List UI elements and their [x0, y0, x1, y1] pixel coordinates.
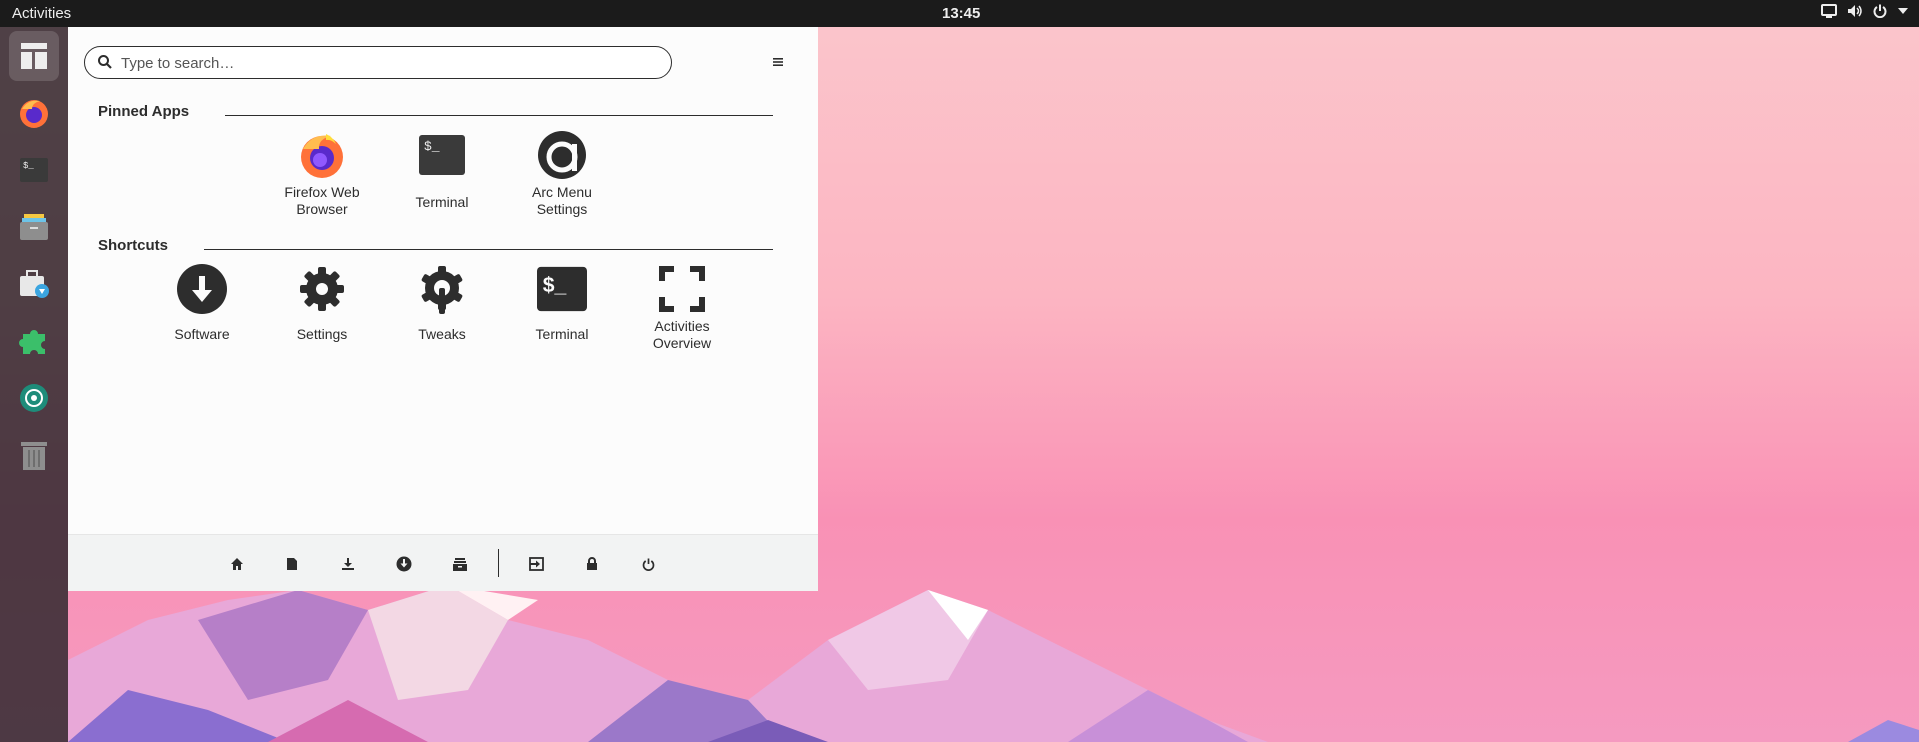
shortcut-software-label: Software	[174, 326, 230, 342]
dock-camera[interactable]	[9, 373, 59, 423]
shortcut-activities-overview[interactable]: Activities Overview	[624, 264, 740, 364]
pinned-arc-menu-settings[interactable]: Arc Menu Settings	[504, 130, 620, 230]
pinned-divider	[225, 115, 773, 116]
download-circle-icon	[177, 264, 227, 314]
top-bar: Activities 13:45	[0, 0, 1919, 27]
documents-button[interactable]	[283, 555, 301, 573]
shortcut-tweaks-label: Tweaks	[418, 326, 466, 342]
wallpaper-mountains	[68, 585, 1919, 742]
terminal-icon: $_	[419, 135, 465, 175]
shortcut-terminal-label: Terminal	[535, 326, 589, 342]
camera-icon	[20, 384, 48, 412]
trash-icon	[21, 442, 47, 470]
fullscreen-icon	[659, 266, 705, 312]
software-icon	[20, 270, 49, 298]
clock[interactable]: 13:45	[942, 5, 980, 22]
files-icon	[20, 214, 48, 240]
dock: $_	[0, 27, 68, 742]
lock-button[interactable]	[583, 555, 601, 573]
extensions-icon	[19, 330, 45, 354]
shortcut-settings[interactable]: Settings	[264, 264, 380, 364]
firefox-icon	[20, 100, 48, 128]
terminal-icon: $_	[537, 266, 587, 312]
tweaks-icon	[421, 266, 463, 314]
pinned-terminal[interactable]: $_ Terminal	[384, 130, 500, 230]
downloads-button[interactable]	[339, 555, 357, 573]
dock-trash[interactable]	[9, 430, 59, 480]
shortcut-software[interactable]: Software	[144, 264, 260, 364]
shortcuts-title: Shortcuts	[98, 237, 169, 254]
download-icon	[342, 558, 354, 570]
dropdown-arrow-icon[interactable]	[1897, 7, 1909, 15]
files-icon	[453, 558, 467, 571]
shortcut-activities-label-1: Activities	[654, 318, 710, 334]
search-icon	[98, 55, 112, 69]
pinned-firefox-label-2: Browser	[296, 201, 348, 217]
firefox-icon	[301, 134, 343, 178]
logout-button[interactable]	[527, 555, 545, 573]
home-button[interactable]	[228, 555, 246, 573]
shortcut-activities-label-2: Overview	[652, 335, 712, 351]
lock-icon	[587, 557, 597, 570]
screen-icon[interactable]	[1821, 4, 1837, 18]
power-icon[interactable]	[1873, 4, 1887, 18]
pinned-firefox[interactable]: Firefox Web Browser	[264, 130, 380, 230]
svg-text:$_: $_	[543, 274, 567, 297]
footer-separator	[498, 549, 499, 577]
pinned-arc-settings-label-1: Arc Menu	[532, 184, 592, 200]
hamburger-icon	[773, 58, 783, 66]
logout-icon	[528, 557, 544, 571]
shortcuts-divider	[204, 249, 773, 250]
dock-files[interactable]	[9, 202, 59, 252]
software-button[interactable]	[395, 555, 413, 573]
dock-software[interactable]	[9, 259, 59, 309]
arc-menu-icon	[538, 131, 586, 179]
shortcut-terminal[interactable]: $_ Terminal	[504, 264, 620, 364]
power-icon	[642, 558, 654, 571]
pinned-terminal-label: Terminal	[415, 194, 469, 210]
files-button[interactable]	[451, 555, 469, 573]
activities-button[interactable]: Activities	[12, 5, 71, 22]
pinned-arc-settings-label-2: Settings	[536, 201, 588, 217]
power-button[interactable]	[639, 555, 657, 573]
dock-extensions[interactable]	[9, 316, 59, 366]
volume-icon[interactable]	[1847, 4, 1863, 18]
arc-menu-panel: Pinned Apps Firefox WebBrowser $_ Termin…	[68, 27, 818, 591]
search-box[interactable]	[84, 46, 672, 79]
dock-terminal[interactable]: $_	[9, 145, 59, 195]
shortcut-tweaks[interactable]: Tweaks	[384, 264, 500, 364]
dock-firefox[interactable]	[9, 88, 59, 138]
shortcut-settings-label: Settings	[296, 326, 348, 342]
gear-icon	[300, 267, 344, 311]
pinned-apps-title: Pinned Apps	[98, 103, 190, 120]
home-icon	[231, 558, 243, 570]
arcmenu-icon	[21, 43, 47, 69]
search-input[interactable]	[121, 51, 661, 75]
terminal-icon: $_	[20, 158, 48, 182]
pinned-firefox-label-1: Firefox Web	[284, 184, 360, 200]
dock-arcmenu[interactable]	[9, 31, 59, 81]
system-tray[interactable]	[1821, 4, 1909, 18]
svg-text:$_: $_	[23, 161, 34, 171]
svg-text:$_: $_	[424, 139, 440, 154]
hamburger-menu-button[interactable]	[772, 55, 788, 71]
software-icon	[396, 556, 412, 572]
menu-footer	[68, 534, 818, 591]
document-icon	[287, 558, 297, 570]
